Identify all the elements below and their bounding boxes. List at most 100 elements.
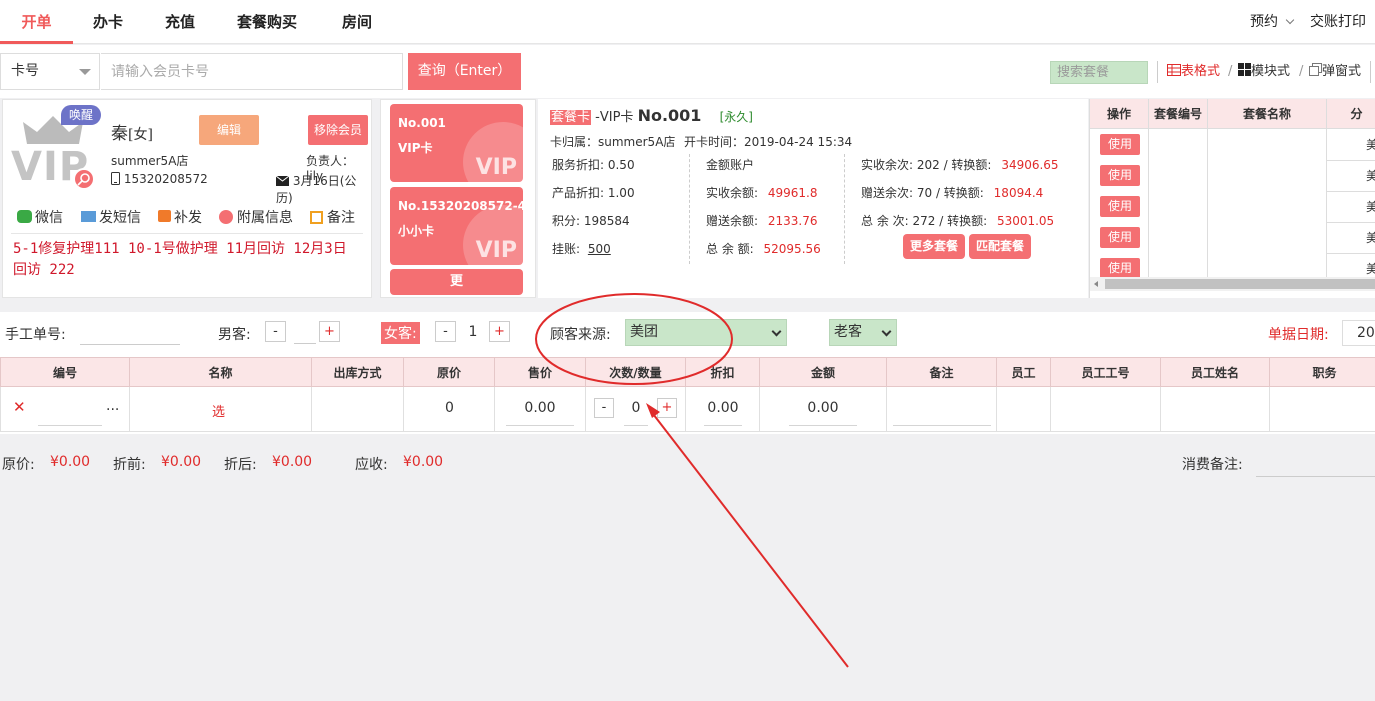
view-popup-option[interactable]: 弹窗式 — [1309, 63, 1361, 81]
tab-room[interactable]: 房间 — [342, 0, 372, 44]
reissue-link[interactable]: 补发 — [158, 207, 202, 227]
male-plus-button[interactable]: + — [319, 321, 340, 342]
divider — [844, 154, 845, 264]
female-minus-button[interactable]: - — [435, 321, 456, 342]
package-row-line — [1327, 160, 1375, 161]
female-count[interactable]: 1 — [462, 324, 484, 344]
package-search-input[interactable] — [1050, 61, 1148, 84]
scrollbar-thumb[interactable] — [1105, 279, 1375, 289]
order-date-value: 202 — [1357, 325, 1375, 341]
envelope-icon — [275, 175, 290, 186]
col-header-remark: 备注 — [887, 357, 997, 387]
manual-no-input[interactable] — [80, 344, 180, 345]
total-balance-label: 总 余 额: — [706, 242, 754, 256]
total-times-value: 53001.05 — [996, 214, 1055, 228]
vip-avatar[interactable]: VIP — [11, 114, 95, 194]
attached-info-label: 附属信息 — [237, 210, 293, 226]
wechat-icon — [17, 210, 32, 223]
search-user-icon[interactable] — [73, 168, 95, 190]
delete-row-icon[interactable]: ✕ — [13, 398, 26, 416]
match-packages-button[interactable]: 匹配套餐 — [969, 234, 1031, 259]
manual-no-label: 手工单号: — [5, 327, 66, 343]
popup-icon — [1309, 63, 1322, 76]
member-gender: [女] — [128, 127, 153, 143]
consumption-remark-input[interactable] — [1256, 476, 1375, 477]
female-plus-button[interactable]: + — [489, 321, 510, 342]
scroll-left-arrow-icon[interactable] — [1094, 281, 1098, 287]
tab-issue-card[interactable]: 办卡 — [93, 0, 123, 44]
use-package-button[interactable]: 使用 — [1100, 134, 1140, 155]
member-card[interactable]: No.15320208572-4 小小卡 VIP — [390, 187, 523, 265]
search-row: 卡号 查询（Enter） 表格式 / 模块式 / 弹窗式 — [0, 45, 1375, 98]
discount-input[interactable]: 0.00 — [704, 400, 742, 416]
package-header-name: 套餐名称 — [1208, 99, 1327, 129]
package-col-line — [1326, 129, 1327, 277]
view-table-option[interactable]: 表格式 — [1167, 63, 1220, 81]
top-nav: 开单 办卡 充值 套餐购买 房间 预约 交账打印 — [0, 0, 1375, 44]
attached-info-link[interactable]: 附属信息 — [219, 207, 293, 227]
view-separator: / — [1228, 64, 1233, 79]
tab-open-order[interactable]: 开单 — [0, 0, 73, 44]
col-header-outbound: 出库方式 — [312, 357, 404, 387]
attachment-icon — [219, 210, 233, 224]
reserve-menu[interactable]: 预约 — [1250, 0, 1295, 44]
table-cell — [997, 387, 1051, 432]
wechat-link[interactable]: 微信 — [17, 207, 63, 227]
total-times-row: 总 余 次: 272 / 转换额: 53001.05 — [861, 212, 1054, 229]
select-item-button[interactable]: 选 — [212, 401, 225, 420]
print-button[interactable]: 交账打印 — [1310, 0, 1366, 44]
col-header-code: 编号 — [0, 357, 130, 387]
use-package-button[interactable]: 使用 — [1100, 165, 1140, 186]
total-balance-row: 总 余 额: 52095.56 — [706, 240, 821, 257]
tab-recharge[interactable]: 充值 — [165, 0, 195, 44]
card-validity: [永久] — [719, 110, 753, 124]
tab-buy-package[interactable]: 套餐购买 — [237, 0, 297, 44]
item-code-input[interactable] — [38, 425, 102, 426]
divider — [11, 233, 363, 234]
reissue-label: 补发 — [174, 210, 202, 226]
use-package-button[interactable]: 使用 — [1100, 196, 1140, 217]
totals-row: 原价: ¥0.00 折前: ¥0.00 折后: ¥0.00 应收: ¥0.00 … — [0, 442, 1375, 482]
source-label: 顾客来源: — [550, 327, 611, 343]
total-times-label: 总 余 次: 272 / 转换额: — [861, 214, 988, 228]
sms-link[interactable]: 发短信 — [81, 207, 141, 227]
remove-member-button[interactable]: 移除会员 — [308, 115, 368, 145]
card-number-title: No.001 — [637, 106, 702, 125]
amount-input[interactable]: 0.00 — [789, 400, 857, 416]
paid-times-label: 实收余次: 202 / 转换额: — [861, 158, 992, 172]
col-header-discount: 折扣 — [686, 357, 760, 387]
query-button[interactable]: 查询（Enter） — [408, 53, 521, 90]
male-count[interactable] — [294, 324, 316, 344]
remark-link[interactable]: 备注 — [310, 207, 355, 227]
qty-plus-button[interactable]: + — [657, 398, 677, 418]
use-package-button[interactable]: 使用 — [1100, 258, 1140, 279]
edit-button[interactable]: 编辑 — [199, 115, 259, 145]
member-card[interactable]: No.001 VIP卡 VIP — [390, 104, 523, 182]
more-options-button[interactable]: ... — [106, 398, 119, 414]
col-header-orig-price: 原价 — [404, 357, 495, 387]
sale-price-input[interactable]: 0.00 — [506, 400, 574, 416]
package-col-line — [1148, 129, 1149, 277]
credit-value[interactable]: 500 — [588, 242, 611, 256]
remark-input[interactable] — [893, 425, 991, 426]
card-number-input[interactable] — [101, 53, 403, 90]
after-discount-value: ¥0.00 — [272, 454, 313, 470]
card-type-select[interactable]: 卡号 — [0, 53, 100, 90]
col-header-staff-name: 员工姓名 — [1161, 357, 1270, 387]
order-date-input[interactable]: 202 — [1342, 320, 1375, 346]
chevron-down-icon — [1286, 15, 1295, 25]
qty-minus-button[interactable]: - — [594, 398, 614, 418]
package-scrollbar[interactable] — [1090, 277, 1375, 291]
more-cards-button[interactable]: 更 — [390, 269, 523, 295]
member-birthday-row: 3月16日(公历) — [275, 172, 371, 206]
more-packages-button[interactable]: 更多套餐 — [903, 234, 965, 259]
credit-label: 挂账: — [552, 242, 581, 256]
qty-input[interactable]: 0 — [624, 400, 648, 416]
member-name: 秦 — [111, 124, 128, 144]
male-minus-button[interactable]: - — [265, 321, 286, 342]
view-module-option[interactable]: 模块式 — [1238, 63, 1290, 81]
customer-type-select[interactable]: 老客 — [829, 319, 897, 346]
customer-source-select[interactable]: 美团 — [625, 319, 787, 346]
wake-badge[interactable]: 唤醒 — [61, 105, 101, 125]
use-package-button[interactable]: 使用 — [1100, 227, 1140, 248]
